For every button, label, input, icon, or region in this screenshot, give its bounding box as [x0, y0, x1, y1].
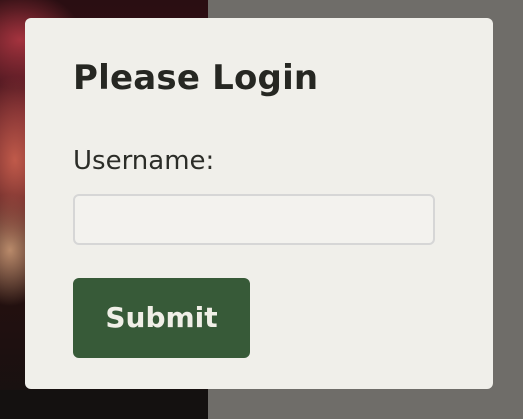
login-title: Please Login — [73, 58, 319, 98]
username-label: Username: — [73, 146, 215, 176]
submit-button[interactable]: Submit — [73, 278, 250, 358]
background-strip — [0, 390, 208, 419]
username-input[interactable] — [73, 194, 435, 245]
login-card: Please Login Username: Submit — [25, 18, 493, 389]
